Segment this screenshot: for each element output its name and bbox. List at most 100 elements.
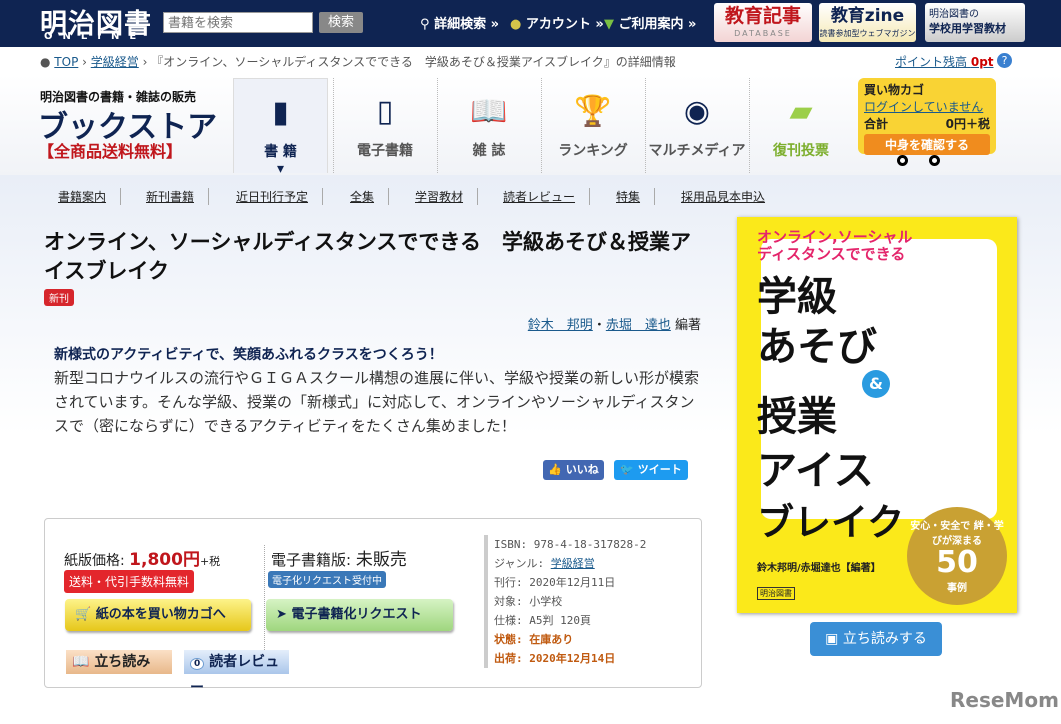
author-link[interactable]: 鈴木 邦明 bbox=[528, 318, 593, 333]
cover-title: アイス bbox=[757, 448, 874, 494]
label: マルチメディア bbox=[648, 143, 746, 159]
watermark: ReseMom bbox=[950, 688, 1059, 712]
price: 紙版価格: 1,800円+税 bbox=[64, 545, 220, 570]
kyoiku-zine-banner[interactable]: 教育zine 読書参加型ウェブマガジン bbox=[819, 3, 916, 42]
genre: ジャンル: 学級経営 bbox=[494, 554, 646, 573]
free-shipping-badge: 送料・代引手数料無料 bbox=[64, 570, 195, 593]
banner-title: 学校用学習教材 bbox=[929, 22, 1006, 35]
nav-magazines[interactable]: 📖 雑 誌 bbox=[437, 78, 540, 173]
subnav-link[interactable]: 全集 bbox=[350, 188, 390, 205]
points-value: 0pt bbox=[970, 55, 994, 69]
isbn: ISBN: 978-4-18-317828-2 bbox=[494, 538, 647, 551]
label: いいね bbox=[565, 463, 599, 476]
login-link[interactable]: ログインしていません bbox=[864, 98, 990, 115]
banner-sub: DATABASE bbox=[734, 29, 792, 38]
badge-number: 50 bbox=[936, 545, 978, 580]
paper-plane-icon: ➤ bbox=[276, 607, 287, 622]
shopping-cart: 買い物カゴ ログインしていません 合計 0円＋税 中身を確認する bbox=[858, 78, 996, 155]
label: 立ち読み bbox=[94, 654, 151, 670]
add-to-cart-button[interactable]: 🛒 紙の本を買い物カゴへ bbox=[65, 599, 251, 631]
ship-date: 出荷: 2020年12月14日 bbox=[494, 652, 616, 665]
advanced-search-link[interactable]: ⚲ 詳細検索 » bbox=[420, 13, 499, 32]
nav-reprint-vote[interactable]: ▰ 復刊投票 bbox=[749, 78, 852, 173]
subnav-link[interactable]: 特集 bbox=[616, 188, 656, 205]
total-value: 0円＋税 bbox=[945, 117, 990, 131]
nav-multimedia[interactable]: ◉ マルチメディア bbox=[645, 78, 748, 173]
banner-sub: 明治図書の bbox=[929, 9, 979, 20]
cover-badge: 安心・安全で 絆・学びが深まる 50 事例 bbox=[907, 507, 1007, 605]
author-role: 編著 bbox=[674, 318, 701, 333]
cover-publisher: 明治図書 bbox=[757, 587, 795, 600]
help-icon[interactable]: ? bbox=[997, 53, 1012, 68]
subnav-link[interactable]: 読者レビュー bbox=[503, 188, 591, 205]
price-label: 紙版価格: bbox=[64, 553, 125, 569]
label: 書 籍 bbox=[264, 144, 297, 160]
guide-link[interactable]: ▼ ご利用案内 » bbox=[604, 13, 696, 32]
cover-amp: & bbox=[862, 370, 890, 398]
free-shipping-text: 【全商品送料無料】 bbox=[38, 142, 183, 161]
subnav-link[interactable]: 新刊書籍 bbox=[146, 188, 210, 205]
beginner-icon: ▼ bbox=[604, 17, 614, 32]
ebook-status-value: 未販売 bbox=[355, 550, 407, 570]
open-book-icon: 📖 bbox=[72, 654, 90, 670]
review-count: 0 bbox=[190, 658, 205, 670]
cover-title: ブレイク bbox=[757, 501, 905, 544]
nav-books[interactable]: ▮ 書 籍 ▾ bbox=[233, 78, 328, 177]
disc-icon: ◉ bbox=[683, 94, 711, 129]
book-description: 新型コロナウイルスの流行やＧＩＧＡスクール構想の進展に伴い、学級や授業の新しい形… bbox=[54, 369, 700, 435]
trophy-icon: 🏆 bbox=[574, 94, 612, 129]
search-button[interactable]: 検索 bbox=[319, 12, 363, 33]
reviews-button[interactable]: 0 読者レビュー bbox=[184, 650, 289, 696]
label: 紙の本を買い物カゴへ bbox=[95, 607, 226, 622]
site-logo-sub: ONLINE bbox=[44, 31, 147, 42]
like-icon: 👍 bbox=[548, 463, 562, 476]
label: 電子書籍化リクエスト bbox=[291, 607, 422, 622]
breadcrumb-top[interactable]: TOP bbox=[54, 55, 78, 69]
twitter-icon: 🐦 bbox=[620, 463, 634, 476]
banner-title: 教育記事 bbox=[724, 5, 801, 27]
label: アカウント » bbox=[525, 17, 604, 32]
breadcrumb-current: 『オンライン、ソーシャルディスタンスでできる 学級あそび＆授業アイスブレイク』の… bbox=[151, 55, 676, 69]
author-link[interactable]: 赤堀 達也 bbox=[606, 318, 671, 333]
banner-title: 教育zine bbox=[830, 6, 905, 26]
kyoiku-kiji-banner[interactable]: 教育記事 DATABASE bbox=[714, 3, 812, 42]
account-link[interactable]: ● アカウント » bbox=[510, 13, 604, 32]
read-preview-button[interactable]: ▣ 立ち読みする bbox=[810, 622, 942, 656]
ebook-label: 電子書籍版: bbox=[271, 551, 352, 569]
ebook-request-badge: 電子化リクエスト受付中 bbox=[268, 571, 386, 588]
ballot-icon: ▰ bbox=[789, 94, 813, 129]
subnav-link[interactable]: 学習教材 bbox=[415, 188, 479, 205]
magazine-icon: 📖 bbox=[470, 94, 508, 129]
view-cart-button[interactable]: 中身を確認する bbox=[864, 134, 990, 155]
label: ご利用案内 » bbox=[618, 17, 697, 32]
badge-unit: 事例 bbox=[947, 583, 967, 594]
cart-icon: 🛒 bbox=[75, 607, 92, 622]
nav-ranking[interactable]: 🏆 ランキング bbox=[541, 78, 644, 173]
learning-materials-banner[interactable]: 明治図書の学校用学習教材 bbox=[925, 3, 1025, 42]
genre-link[interactable]: 学級経営 bbox=[551, 557, 595, 570]
tweet-button[interactable]: 🐦 ツイート bbox=[614, 460, 688, 480]
facebook-like-button[interactable]: 👍 いいね bbox=[543, 460, 604, 480]
points-link[interactable]: ポイント残高 0pt bbox=[895, 53, 994, 70]
nav-ebooks[interactable]: ▯ 電子書籍 bbox=[333, 78, 436, 173]
published-date: 刊行: 2020年12月11日 bbox=[494, 576, 616, 589]
label: ランキング bbox=[558, 143, 628, 159]
subnav-link[interactable]: 近日刊行予定 bbox=[236, 188, 324, 205]
label: 雑 誌 bbox=[472, 143, 506, 159]
label: 電子書籍 bbox=[357, 143, 413, 159]
book-cover[interactable]: オンライン,ソーシャル ディスタンスでできる 学級 あそび & 授業 アイス ブ… bbox=[737, 217, 1017, 613]
subnav-link[interactable]: 採用品見本申込 bbox=[681, 188, 779, 205]
tablet-icon: ▯ bbox=[376, 94, 394, 129]
new-badge: 新刊 bbox=[44, 289, 74, 306]
price-value: 1,800円 bbox=[129, 550, 200, 570]
cart-title: 買い物カゴ bbox=[864, 83, 925, 97]
breadcrumb-genre[interactable]: 学級経営 bbox=[91, 55, 139, 69]
breadcrumb: ● TOP › 学級経営 › 『オンライン、ソーシャルディスタンスでできる 学級… bbox=[40, 55, 676, 69]
cover-authors: 鈴木邦明/赤堀達也【編著】 bbox=[757, 563, 881, 574]
subnav-link[interactable]: 書籍案内 bbox=[58, 188, 122, 205]
cart-wheel-icon bbox=[897, 155, 908, 166]
search-input[interactable] bbox=[163, 12, 313, 33]
ebook-request-button[interactable]: ➤ 電子書籍化リクエスト bbox=[266, 599, 453, 631]
cover-subtitle: オンライン,ソーシャル ディスタンスでできる bbox=[757, 228, 913, 263]
preview-button[interactable]: 📖 立ち読み bbox=[66, 650, 172, 674]
